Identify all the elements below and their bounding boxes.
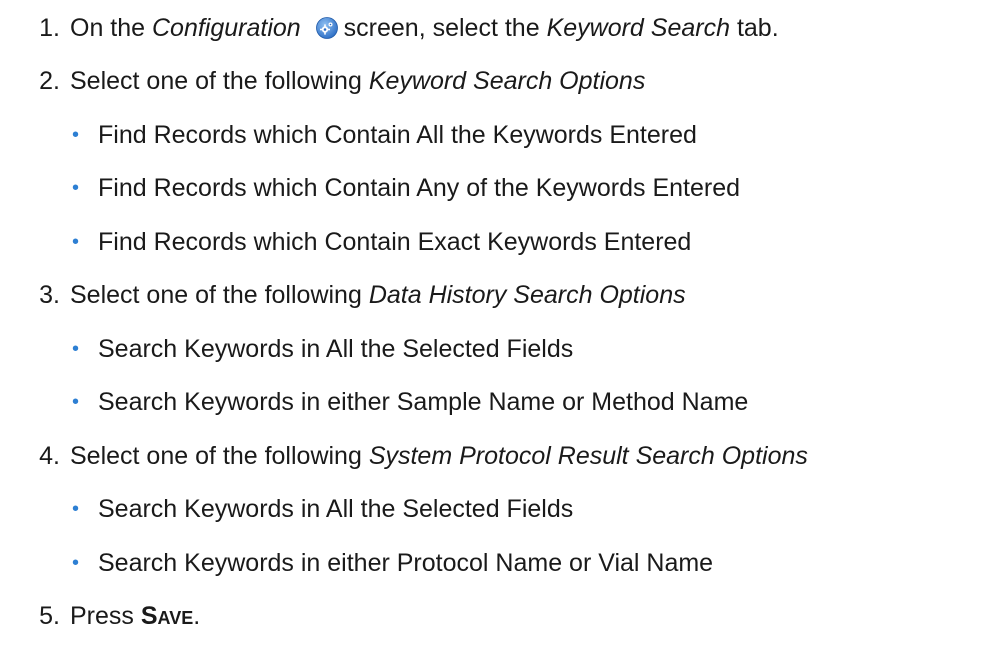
tab-name: Keyword Search — [546, 14, 730, 42]
step-text-plain: screen, select the — [343, 14, 547, 42]
bullet-item: • Search Keywords in either Sample Name … — [72, 382, 748, 422]
step-text-plain: On the — [70, 14, 152, 42]
save-command: Save — [140, 602, 194, 630]
step-number: 2. — [39, 67, 60, 95]
bullet-glyph: • — [72, 498, 80, 520]
step-number: 5. — [39, 602, 60, 630]
bullet-glyph: • — [72, 391, 80, 413]
step-text-plain: tab. — [730, 14, 779, 42]
step-text-plain: Select one of the following — [70, 281, 369, 309]
bullet-text: Search Keywords in All the Selected Fiel… — [98, 495, 574, 523]
bullet-glyph: • — [72, 124, 80, 146]
step-text: Select one of the following Keyword Sear… — [70, 61, 645, 101]
option-group-name: Keyword Search Options — [368, 67, 646, 95]
bullet-item: • Find Records which Contain All the Key… — [72, 115, 697, 155]
step-text-plain: Select one of the following — [70, 67, 369, 95]
bullet-glyph: • — [72, 338, 80, 360]
bullet-text: Find Records which Contain Any of the Ke… — [98, 174, 741, 202]
step-3: 3. Select one of the following Data Hist… — [0, 275, 686, 315]
bullet-text: Find Records which Contain All the Keywo… — [98, 121, 697, 149]
step-text: On the Configuration screen, select the … — [70, 8, 779, 48]
bullet-text: Find Records which Contain Exact Keyword… — [98, 228, 692, 256]
step-text-plain: Select one of the following — [70, 442, 369, 470]
step-text: Select one of the following Data History… — [70, 275, 686, 315]
step-1: 1. On the Configuration screen, select t… — [0, 8, 779, 48]
screen-name: Configuration — [152, 14, 301, 42]
bullet-item: • Search Keywords in All the Selected Fi… — [72, 329, 573, 369]
instruction-document: 1. On the Configuration screen, select t… — [0, 0, 1007, 656]
bullet-item: • Search Keywords in All the Selected Fi… — [72, 489, 573, 529]
step-number: 1. — [39, 14, 60, 42]
option-group-name: Data History Search Options — [368, 281, 686, 309]
option-group-name: System Protocol Result Search Options — [368, 442, 808, 470]
step-number: 4. — [39, 442, 60, 470]
step-text: Select one of the following System Proto… — [70, 436, 808, 476]
step-5: 5. Press Save. — [0, 596, 200, 636]
bullet-text: Search Keywords in either Sample Name or… — [98, 388, 749, 416]
bullet-glyph: • — [72, 231, 80, 253]
step-text-plain: Press — [70, 602, 141, 630]
bullet-text: Search Keywords in either Protocol Name … — [98, 549, 714, 577]
bullet-item: • Search Keywords in either Protocol Nam… — [72, 543, 713, 583]
bullet-glyph: • — [72, 177, 80, 199]
step-text: Press Save. — [70, 596, 200, 636]
step-text-plain: . — [193, 602, 201, 630]
bullet-glyph: • — [72, 552, 80, 574]
step-2: 2. Select one of the following Keyword S… — [0, 61, 645, 101]
step-number: 3. — [39, 281, 60, 309]
gear-icon — [315, 17, 338, 40]
step-4: 4. Select one of the following System Pr… — [0, 436, 808, 476]
bullet-text: Search Keywords in All the Selected Fiel… — [98, 335, 574, 363]
bullet-item: • Find Records which Contain Exact Keywo… — [72, 222, 691, 262]
bullet-item: • Find Records which Contain Any of the … — [72, 168, 740, 208]
